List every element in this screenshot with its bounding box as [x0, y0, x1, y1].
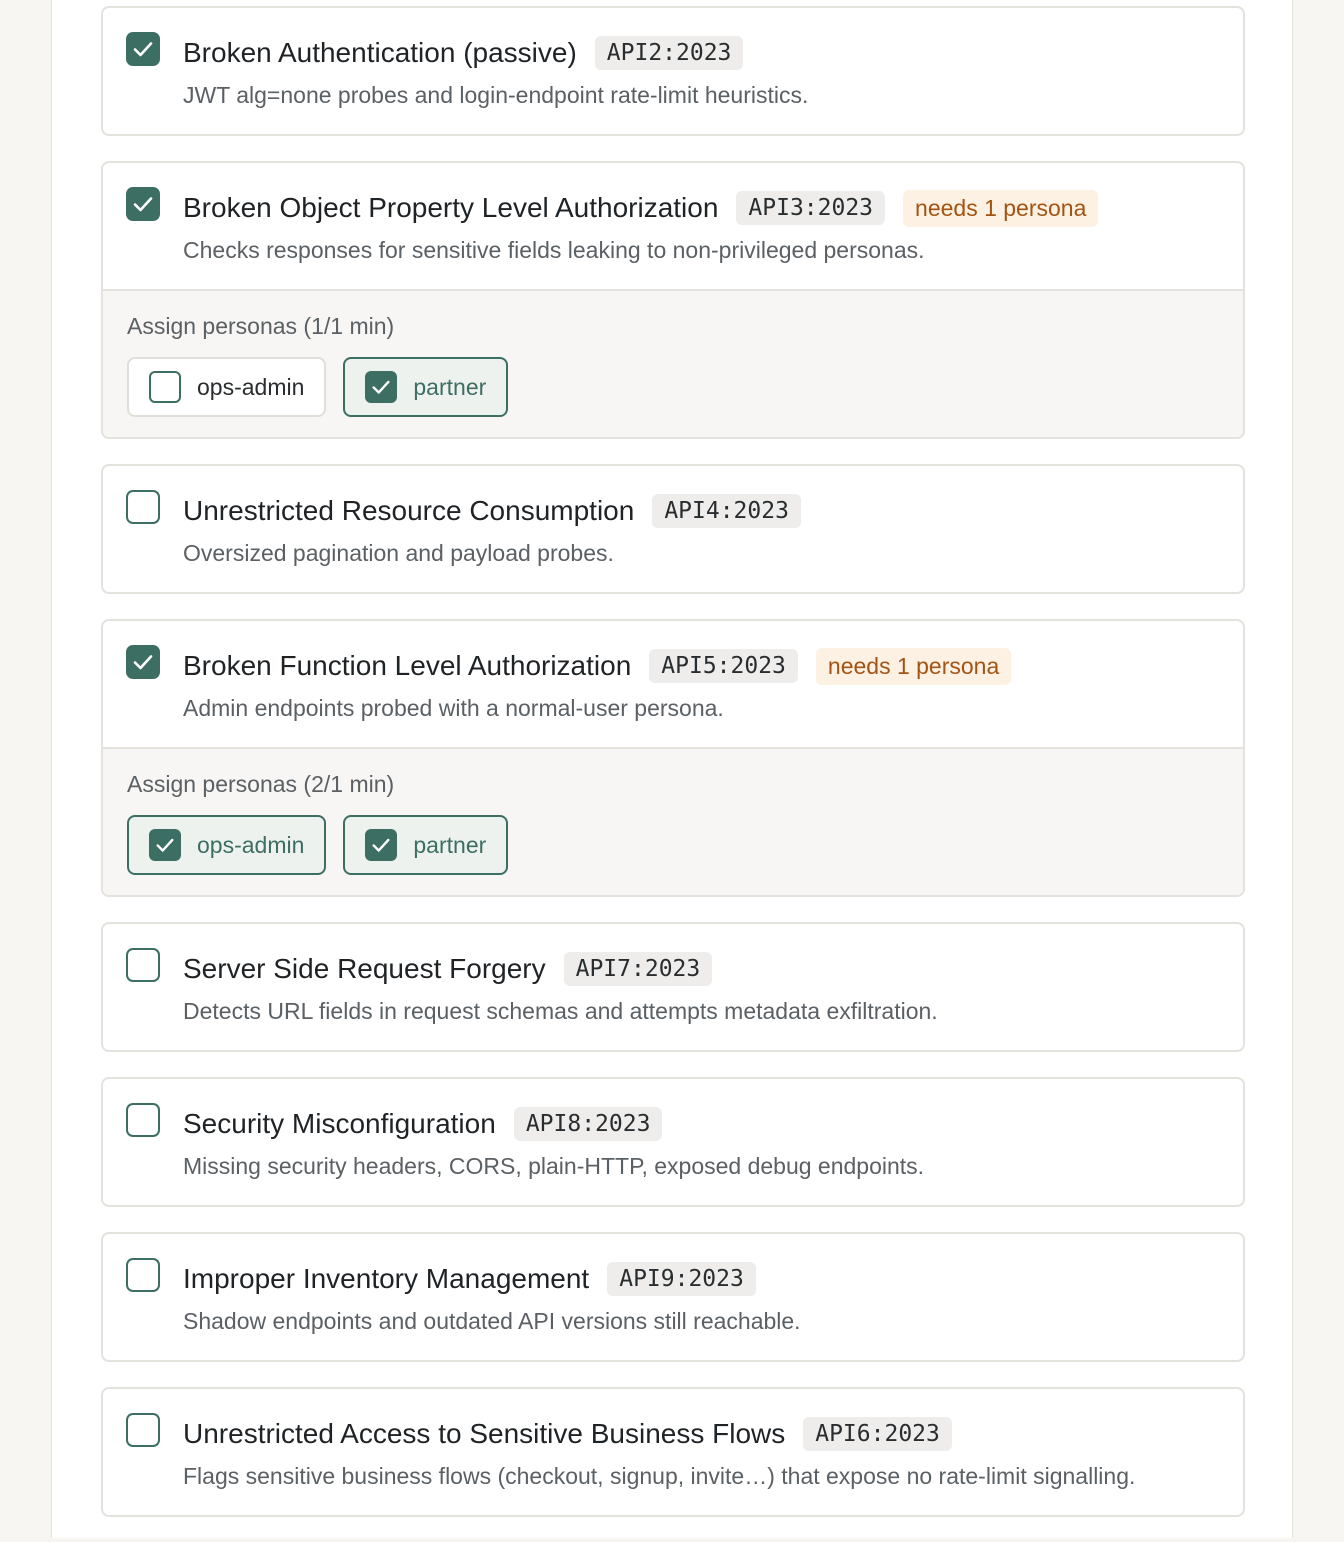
persona-assignment-label: Assign personas (2/1 min) [127, 771, 395, 797]
check-title-row: Unrestricted Resource Consumption API4:20… [183, 492, 801, 530]
check-title-row: Security Misconfiguration API8:2023 [183, 1105, 663, 1143]
check-card: Improper Inventory Management API9:2023 Sh… [101, 1232, 1245, 1362]
owasp-code-badge: API3:2023 [736, 191, 886, 225]
owasp-code-badge: API8:2023 [513, 1107, 663, 1141]
check-title: Unrestricted Access to Sensitive Busines… [183, 1418, 786, 1449]
check-title: Unrestricted Resource Consumption [183, 495, 635, 526]
check-card-header: Security Misconfiguration API8:2023 Missin… [103, 1079, 1243, 1205]
check-description: Flags sensitive business flows (checkout… [183, 1463, 1136, 1489]
check-title-row: Broken Function Level Authorization API5:… [183, 647, 1012, 685]
needs-persona-badge: needs 1 persona [815, 647, 1012, 685]
persona-name: partner [413, 831, 487, 858]
check-card-header: Improper Inventory Management API9:2023 Sh… [103, 1234, 1243, 1360]
check-description: Checks responses for sensitive fields le… [183, 237, 925, 263]
check-title-row: Broken Authentication (passive) API2:2023 [183, 34, 744, 72]
check-card: Broken Object Property Level Authorizati… [101, 161, 1245, 439]
persona-chip-partner[interactable]: partner [343, 357, 509, 417]
persona-name: partner [413, 373, 487, 400]
check-card: Security Misconfiguration API8:2023 Missin… [101, 1077, 1245, 1207]
persona-chip-partner[interactable]: partner [343, 815, 509, 875]
persona-options: ops-admin partner [127, 357, 509, 417]
check-toggle-checkbox[interactable] [126, 187, 160, 221]
check-card: Unrestricted Resource Consumption API4:20… [101, 464, 1245, 594]
owasp-code-badge: API4:2023 [652, 494, 801, 528]
check-description: Missing security headers, CORS, plain-HT… [183, 1153, 925, 1179]
persona-assignment: Assign personas (2/1 min) ops-admin partne… [103, 747, 1243, 895]
persona-name: ops-admin [197, 831, 305, 858]
check-description: Detects URL fields in request schemas an… [183, 998, 938, 1024]
checks-panel: Broken Authentication (passive) API2:2023… [51, 0, 1293, 1538]
persona-checkbox[interactable] [365, 829, 398, 861]
persona-checkbox[interactable] [149, 829, 181, 861]
owasp-code-badge: API6:2023 [803, 1417, 952, 1451]
check-card-header: Broken Function Level Authorization API5:… [103, 621, 1243, 747]
check-toggle-checkbox[interactable] [126, 948, 160, 982]
check-title: Broken Function Level Authorization [183, 650, 632, 681]
check-description: Oversized pagination and payload probes. [183, 540, 614, 566]
check-card: Server Side Request Forgery API7:2023 Dete… [101, 922, 1245, 1052]
check-list: Broken Authentication (passive) API2:2023… [101, 6, 1245, 1542]
check-toggle-checkbox[interactable] [126, 645, 160, 679]
persona-chip-ops-admin[interactable]: ops-admin [127, 357, 327, 417]
check-description: JWT alg=none probes and login-endpoint r… [183, 82, 809, 108]
check-title-row: Server Side Request Forgery API7:2023 [183, 950, 713, 988]
check-card: Broken Function Level Authorization API5:… [101, 619, 1245, 897]
check-title: Broken Object Property Level Authorizati… [183, 192, 719, 223]
check-title-row: Improper Inventory Management API9:2023 [183, 1260, 756, 1298]
check-card-header: Broken Object Property Level Authorizati… [103, 163, 1243, 289]
persona-options: ops-admin partner [127, 815, 509, 875]
check-toggle-checkbox[interactable] [126, 1103, 160, 1137]
check-card-header: Broken Authentication (passive) API2:2023… [103, 8, 1243, 134]
persona-checkbox[interactable] [365, 371, 398, 403]
needs-persona-badge: needs 1 persona [903, 189, 1099, 227]
check-title-row: Unrestricted Access to Sensitive Busines… [183, 1415, 952, 1453]
owasp-code-badge: API5:2023 [649, 649, 798, 683]
check-description: Shadow endpoints and outdated API versio… [183, 1308, 801, 1334]
owasp-code-badge: API9:2023 [607, 1262, 756, 1296]
check-toggle-checkbox[interactable] [126, 490, 160, 524]
check-title: Server Side Request Forgery [183, 953, 546, 984]
owasp-code-badge: API2:2023 [594, 36, 744, 70]
check-card-header: Unrestricted Resource Consumption API4:20… [103, 466, 1243, 592]
check-toggle-checkbox[interactable] [126, 1413, 160, 1447]
check-card-header: Server Side Request Forgery API7:2023 Dete… [103, 924, 1243, 1050]
check-toggle-checkbox[interactable] [126, 1258, 160, 1292]
check-title: Improper Inventory Management [183, 1263, 590, 1294]
persona-checkbox[interactable] [149, 371, 181, 403]
persona-assignment-label: Assign personas (1/1 min) [127, 313, 395, 339]
persona-name: ops-admin [197, 373, 305, 400]
check-title-row: Broken Object Property Level Authorizati… [183, 189, 1099, 227]
check-toggle-checkbox[interactable] [126, 32, 160, 66]
owasp-code-badge: API7:2023 [563, 952, 713, 986]
check-card: Broken Authentication (passive) API2:2023… [101, 6, 1245, 136]
check-card-header: Unrestricted Access to Sensitive Busines… [103, 1389, 1243, 1515]
persona-assignment: Assign personas (1/1 min) ops-admin partne… [103, 289, 1243, 437]
persona-chip-ops-admin[interactable]: ops-admin [127, 815, 327, 875]
check-card: Unrestricted Access to Sensitive Busines… [101, 1387, 1245, 1517]
check-title: Security Misconfiguration [183, 1108, 496, 1139]
check-title: Broken Authentication (passive) [183, 37, 577, 68]
check-description: Admin endpoints probed with a normal-use… [183, 695, 724, 721]
